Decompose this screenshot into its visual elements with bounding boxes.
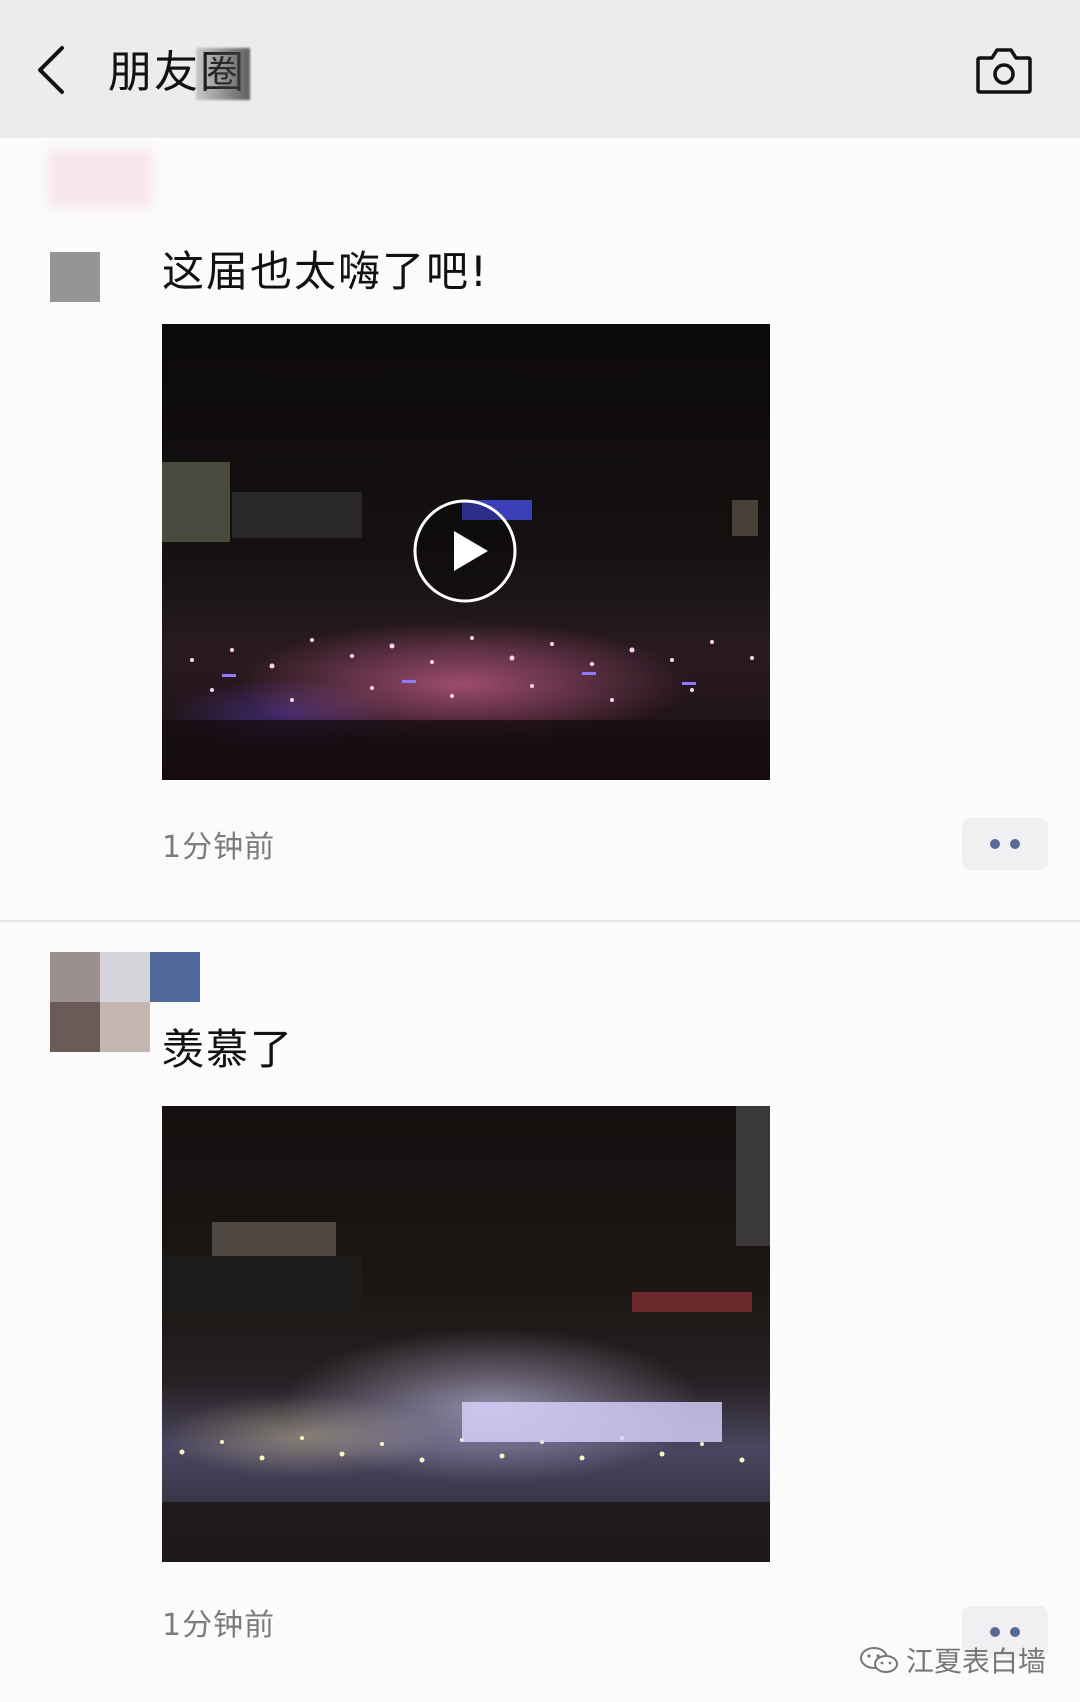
crowd-lights <box>162 1402 770 1562</box>
post-timestamp: 1分钟前 <box>162 830 276 865</box>
play-icon[interactable] <box>412 498 518 604</box>
title-blur-overlay <box>196 48 250 100</box>
avatar[interactable] <box>50 252 100 302</box>
dot-icon <box>1010 1627 1020 1637</box>
dot-icon <box>1010 839 1020 849</box>
post-divider <box>0 920 1080 922</box>
camera-icon[interactable] <box>974 44 1034 98</box>
crowd-lights <box>162 636 770 780</box>
watermark: 江夏表白墙 <box>858 1640 1046 1680</box>
chevron-left-icon[interactable] <box>30 42 78 98</box>
post-timestamp: 1分钟前 <box>162 1608 276 1643</box>
post-image[interactable] <box>162 1106 770 1562</box>
top-navigation-bar: 朋友圈 <box>0 0 1080 138</box>
post-text: 这届也太嗨了吧! <box>162 247 489 296</box>
dot-icon <box>990 1627 1000 1637</box>
post-video[interactable] <box>162 324 770 780</box>
blurred-residue <box>48 150 152 206</box>
watermark-text: 江夏表白墙 <box>906 1645 1047 1678</box>
post-text: 羡慕了 <box>162 1025 295 1074</box>
more-actions-button[interactable] <box>962 818 1048 870</box>
wechat-icon <box>860 1647 898 1673</box>
dot-icon <box>990 839 1000 849</box>
